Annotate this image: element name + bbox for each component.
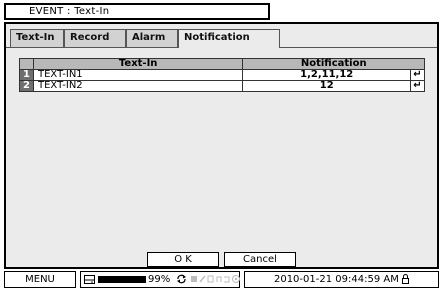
enter-icon[interactable]: ↵ xyxy=(410,69,425,81)
tab-notification[interactable]: Notification xyxy=(178,29,280,48)
header-text-in: Text-In xyxy=(32,58,244,70)
tab-text-in[interactable]: Text-In xyxy=(10,29,64,47)
settings-panel: Text-In Record Alarm Notification Text-I… xyxy=(4,22,439,269)
row-text-in-name: TEXT-IN1 xyxy=(32,69,244,81)
cancel-button[interactable]: Cancel xyxy=(224,252,296,267)
tab-record-label: Record xyxy=(70,32,110,43)
tab-alarm-label: Alarm xyxy=(132,32,166,43)
disk-usage-bar xyxy=(98,275,146,283)
ok-button[interactable]: O K xyxy=(147,252,219,267)
tab-notification-label: Notification xyxy=(184,32,250,43)
hdd-icon xyxy=(84,274,95,284)
enter-icon[interactable]: ↵ xyxy=(410,80,425,92)
window-title: EVENT : Text-In xyxy=(4,3,270,20)
header-notification: Notification xyxy=(242,58,425,70)
dvr-screen: EVENT : Text-In Text-In Record Alarm Not… xyxy=(0,0,443,290)
menu-button[interactable]: MENU xyxy=(4,271,76,288)
clock-display: 2010-01-21 09:44:59 AM xyxy=(244,271,439,288)
lock-icon xyxy=(402,274,410,284)
table-header-row: Text-In Notification xyxy=(19,58,425,70)
row-notification-value[interactable]: 1,2,11,12 xyxy=(242,69,411,81)
tab-text-in-label: Text-In xyxy=(16,32,55,43)
record-status-icons xyxy=(190,275,240,283)
refresh-icon xyxy=(177,274,187,284)
row-index: 1 xyxy=(19,69,34,81)
header-corner xyxy=(19,58,34,70)
status-bar: MENU 99% 2010-01-21 09:44:59 AM xyxy=(4,271,439,288)
row-text-in-name: TEXT-IN2 xyxy=(32,80,244,92)
row-notification-value[interactable]: 12 xyxy=(242,80,411,92)
disk-usage-percent: 99% xyxy=(148,274,171,285)
window-title-text: EVENT : Text-In xyxy=(29,6,110,17)
notification-table: Text-In Notification 1 TEXT-IN1 1,2,11,1… xyxy=(19,58,425,92)
disk-status: 99% xyxy=(80,271,240,288)
tab-record[interactable]: Record xyxy=(64,29,126,47)
table-row[interactable]: 1 TEXT-IN1 1,2,11,12 ↵ xyxy=(19,69,425,81)
row-index: 2 xyxy=(19,80,34,92)
active-tab-gap xyxy=(179,47,279,48)
datetime-text: 2010-01-21 09:44:59 AM xyxy=(273,274,399,285)
tab-alarm[interactable]: Alarm xyxy=(126,29,178,47)
table-row[interactable]: 2 TEXT-IN2 12 ↵ xyxy=(19,80,425,92)
